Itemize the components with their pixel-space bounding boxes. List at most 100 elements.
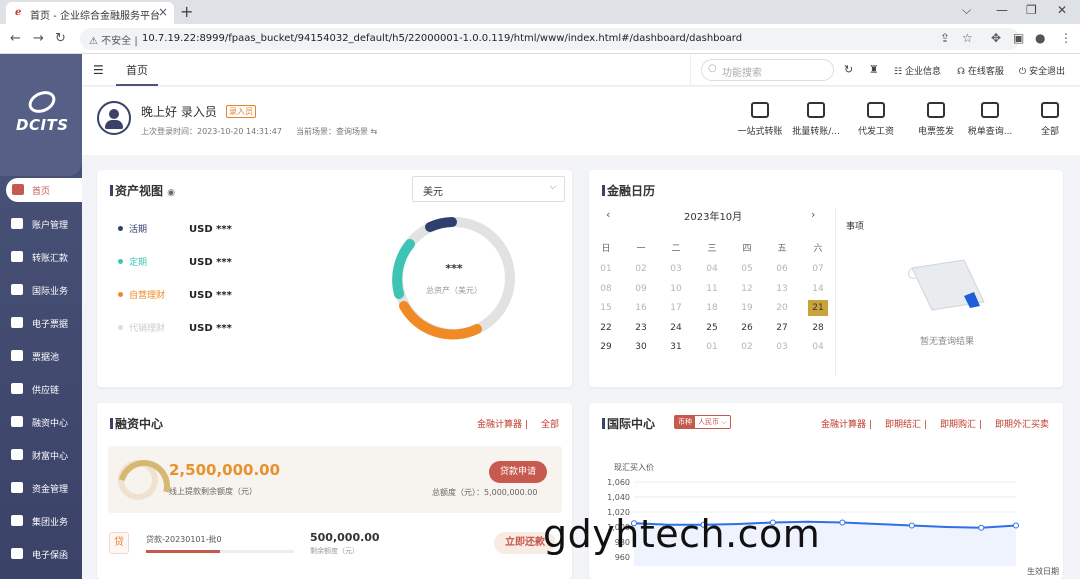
calendar-day[interactable]: 04: [702, 261, 722, 277]
calendar-day[interactable]: 26: [737, 320, 757, 336]
finance-all-link[interactable]: 全部: [541, 417, 559, 430]
eye-icon[interactable]: ◉: [167, 188, 175, 198]
sidepanel-icon[interactable]: ▣: [1013, 31, 1024, 45]
calendar-day[interactable]: 27: [772, 320, 792, 336]
sidebar-item-0[interactable]: 首页: [6, 178, 82, 202]
calendar-day[interactable]: 29: [596, 339, 616, 355]
url-input[interactable]: ⚠ 不安全 | 10.7.19.22:8999/fpaas_bucket/941…: [80, 28, 1020, 50]
quick-action-4[interactable]: 税单查询...: [961, 102, 1019, 142]
calendar-day[interactable]: 14: [808, 281, 828, 297]
logout-link[interactable]: ⏻ 安全退出: [1019, 64, 1065, 77]
avatar[interactable]: [97, 101, 131, 135]
calendar-day[interactable]: 02: [737, 339, 757, 355]
current-scene[interactable]: 当前场景：查询场景 ⇆: [296, 126, 377, 137]
back-icon[interactable]: ←: [10, 31, 21, 46]
sidebar-item-11[interactable]: 电子保函: [0, 542, 82, 566]
calendar-day[interactable]: 02: [631, 261, 651, 277]
sidebar-item-10[interactable]: 集团业务: [0, 509, 82, 533]
sidebar-item-8[interactable]: 财富中心: [0, 443, 82, 467]
sidebar-item-1[interactable]: 账户管理: [0, 212, 82, 236]
bookmark-star-icon[interactable]: ☆: [962, 31, 973, 45]
loan-apply-button[interactable]: 贷款申请: [489, 461, 547, 483]
calendar-day[interactable]: 23: [631, 320, 651, 336]
minimize-icon[interactable]: —: [996, 3, 1008, 17]
calendar-day[interactable]: 03: [772, 339, 792, 355]
sidebar-item-4[interactable]: 电子票据: [0, 311, 82, 335]
sidebar-item-label: 资金管理: [32, 485, 69, 495]
calendar-day[interactable]: 31: [666, 339, 686, 355]
calendar-day[interactable]: 12: [737, 281, 757, 297]
calendar-day[interactable]: 05: [737, 261, 757, 277]
calendar-day[interactable]: 06: [772, 261, 792, 277]
quick-action-0[interactable]: 一站式转账: [731, 102, 789, 142]
tab-home[interactable]: 首页: [116, 54, 158, 86]
calendar-day[interactable]: 20: [772, 300, 792, 316]
skin-icon[interactable]: ♜: [869, 63, 879, 76]
calendar-day[interactable]: 03: [666, 261, 686, 277]
browser-tab[interactable]: ℯ 首页 - 企业综合金融服务平台 ×: [6, 2, 174, 24]
extensions-icon[interactable]: ✥: [991, 31, 1001, 45]
donut-segment-current: [425, 217, 457, 232]
tab-title: 首页 - 企业综合金融服务平台: [30, 11, 160, 22]
calendar-day[interactable]: 15: [596, 300, 616, 316]
asset-item: 定期 USD ***: [118, 255, 232, 271]
quick-action-1[interactable]: 批量转账/...: [787, 102, 845, 142]
intl-calculator-link[interactable]: 金融计算器 |: [821, 417, 872, 430]
menu-kebab-icon[interactable]: ⋮: [1060, 31, 1072, 45]
sidebar-item-3[interactable]: 国际业务: [0, 278, 82, 302]
calendar-day[interactable]: 16: [631, 300, 651, 316]
calendar-day[interactable]: 18: [702, 300, 722, 316]
total-asset-value: ***: [445, 262, 463, 275]
calendar-day[interactable]: 19: [737, 300, 757, 316]
calendar-day[interactable]: 13: [772, 281, 792, 297]
refresh-icon[interactable]: ↻: [844, 63, 853, 76]
tab-search-icon[interactable]: ⌵: [962, 3, 971, 18]
maximize-icon[interactable]: ❐: [1026, 3, 1037, 17]
finance-calculator-link[interactable]: 金融计算器 |: [477, 417, 528, 430]
next-month-icon[interactable]: ›: [811, 208, 815, 221]
calendar-day[interactable]: 01: [596, 261, 616, 277]
sidebar-item-6[interactable]: 供应链: [0, 377, 82, 401]
calendar-day[interactable]: 04: [808, 339, 828, 355]
calendar-day[interactable]: 25: [702, 320, 722, 336]
new-tab-icon[interactable]: +: [180, 2, 193, 21]
quick-action-3[interactable]: 电票签发: [907, 102, 965, 142]
intl-currency-select[interactable]: 币种 人民币 ⌵: [674, 415, 731, 429]
calendar-day[interactable]: 17: [666, 300, 686, 316]
calendar-title: 金融日历: [602, 182, 655, 199]
currency-select[interactable]: 美元 ⌵: [412, 176, 565, 202]
calendar-day[interactable]: 30: [631, 339, 651, 355]
sidebar-item-2[interactable]: 转账汇款: [0, 245, 82, 269]
calendar-day[interactable]: 08: [596, 281, 616, 297]
spot-purchase-link[interactable]: 即期购汇 |: [940, 417, 982, 430]
close-tab-icon[interactable]: ×: [158, 5, 168, 19]
calendar-day[interactable]: 07: [808, 261, 828, 277]
collapse-menu-icon[interactable]: ☰: [93, 63, 104, 77]
calendar-day[interactable]: 28: [808, 320, 828, 336]
quick-action-5[interactable]: 全部: [1021, 102, 1079, 142]
search-input[interactable]: ○ 功能搜索: [701, 59, 834, 81]
close-window-icon[interactable]: ✕: [1057, 3, 1067, 17]
sidebar-item-5[interactable]: 票据池: [0, 344, 82, 368]
profile-icon[interactable]: ●: [1035, 31, 1045, 45]
calendar-day[interactable]: 10: [666, 281, 686, 297]
online-service-link[interactable]: ☊ 在线客服: [957, 64, 1004, 77]
calendar-day[interactable]: 22: [596, 320, 616, 336]
sidebar-item-7[interactable]: 融资中心: [0, 410, 82, 434]
spot-settlement-link[interactable]: 即期结汇 |: [885, 417, 927, 430]
company-info-link[interactable]: ☷ 企业信息: [894, 64, 941, 77]
prev-month-icon[interactable]: ‹: [606, 208, 610, 221]
asset-item-value: USD ***: [189, 224, 232, 235]
sidebar-item-9[interactable]: 资金管理: [0, 476, 82, 500]
calendar-day[interactable]: 01: [702, 339, 722, 355]
calendar-day[interactable]: 21: [808, 300, 828, 316]
quick-action-2[interactable]: 代发工资: [847, 102, 905, 142]
weekday-label: 二: [671, 244, 681, 254]
forward-icon[interactable]: →: [33, 31, 44, 46]
reload-icon[interactable]: ↻: [55, 31, 66, 46]
spot-fx-trade-link[interactable]: 即期外汇买卖: [995, 417, 1049, 430]
share-icon[interactable]: ⇪: [940, 31, 950, 45]
calendar-day[interactable]: 11: [702, 281, 722, 297]
calendar-day[interactable]: 24: [666, 320, 686, 336]
calendar-day[interactable]: 09: [631, 281, 651, 297]
